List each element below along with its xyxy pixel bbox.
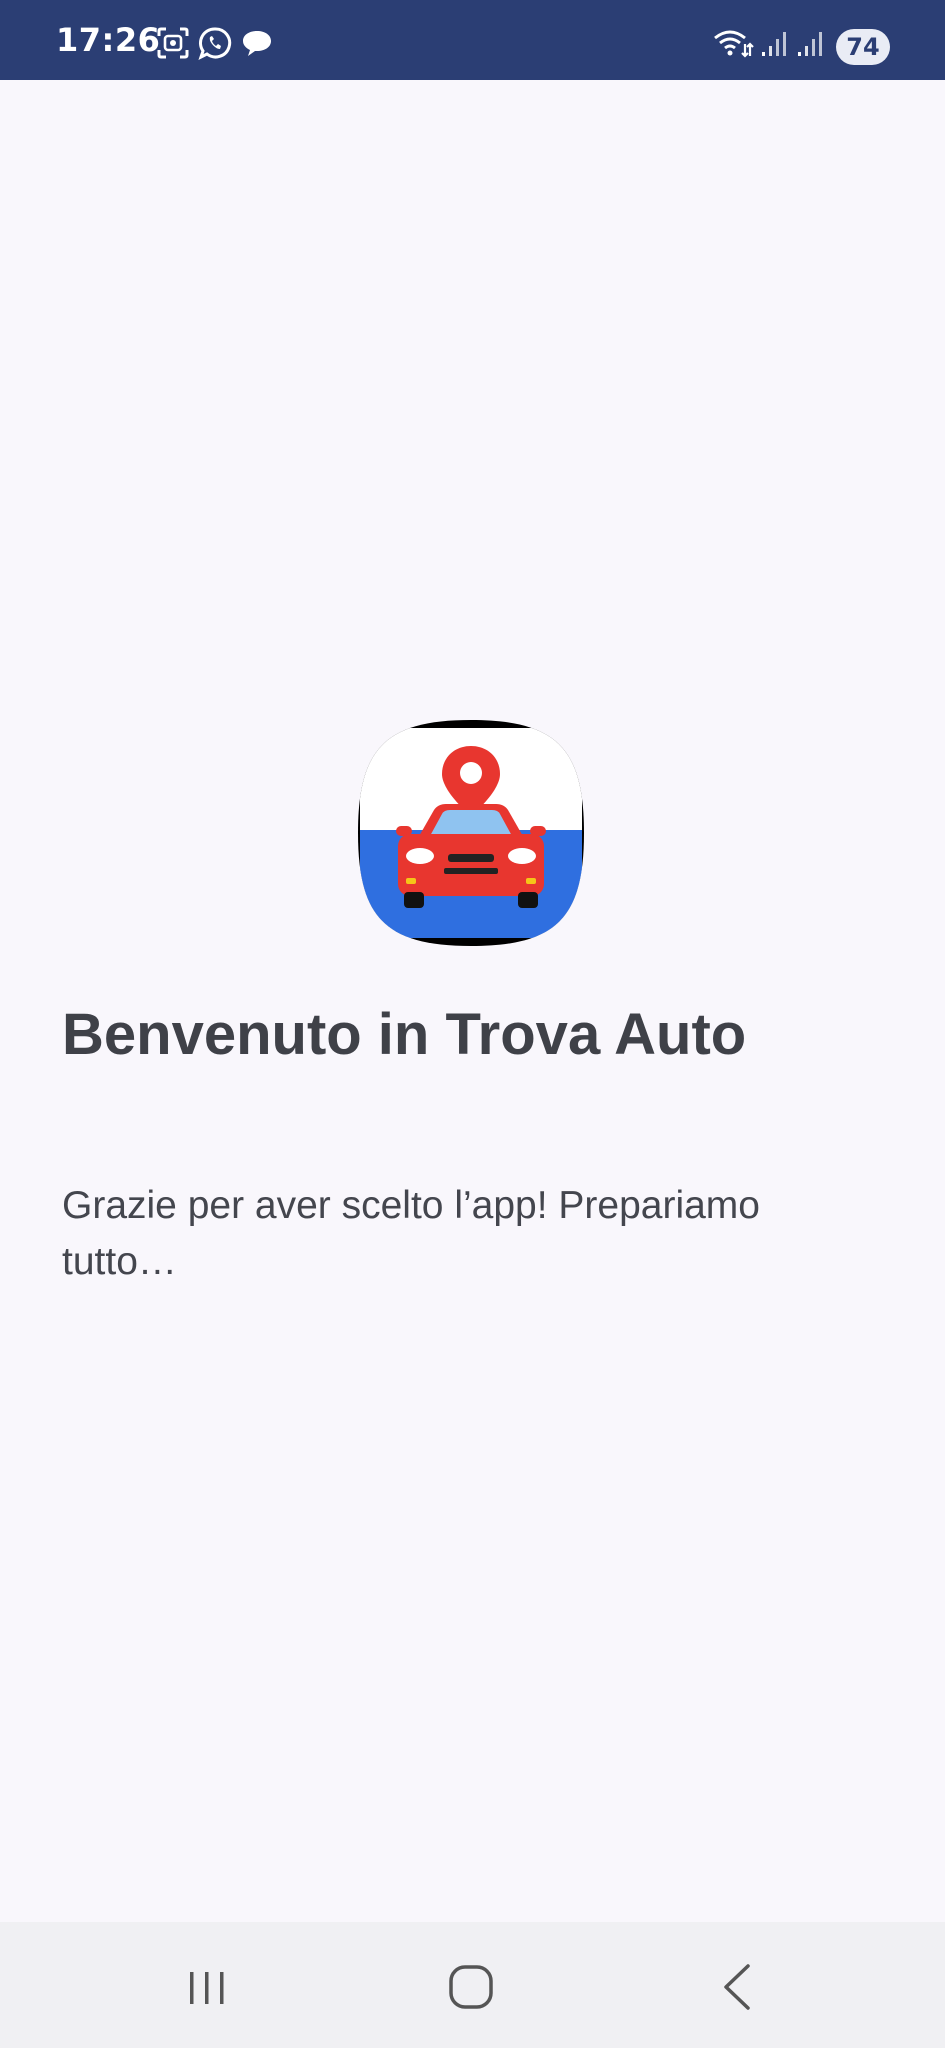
status-time: 17:26 — [56, 21, 161, 59]
recent-apps-button[interactable] — [172, 1952, 242, 2022]
status-bar: 17:26 74 — [0, 0, 945, 80]
navigation-bar — [0, 1922, 945, 2048]
back-button[interactable] — [702, 1952, 772, 2022]
signal-icon — [758, 26, 792, 60]
screenshot-icon — [156, 26, 190, 60]
chat-bubble-icon — [240, 26, 274, 60]
wifi-icon — [712, 26, 754, 60]
app-logo — [356, 718, 586, 948]
whatsapp-icon — [198, 26, 232, 60]
recent-apps-icon — [190, 1972, 224, 2004]
signal-icon — [794, 26, 828, 60]
welcome-message: Grazie per aver scelto l’app! Prepariamo… — [62, 1184, 760, 1283]
home-button[interactable] — [436, 1952, 506, 2022]
back-icon — [724, 1964, 750, 2010]
battery-indicator: 74 — [836, 29, 890, 65]
welcome-title: Benvenuto in Trova Auto — [62, 1002, 747, 1067]
home-icon — [449, 1965, 493, 2009]
